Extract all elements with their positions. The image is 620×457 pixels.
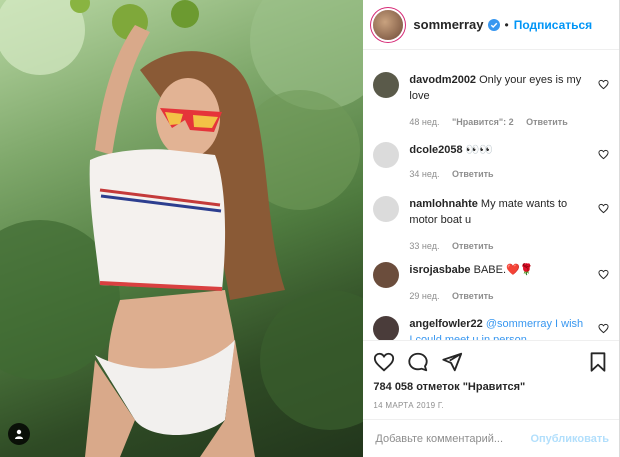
comment-like-heart-icon[interactable]	[598, 203, 609, 214]
like-heart-icon[interactable]	[373, 351, 395, 373]
comment-like-heart-icon[interactable]	[598, 149, 609, 160]
comment-item: dcole2058 👀👀 34 нед. Ответить	[373, 142, 609, 182]
post-actions: 784 058 отметок "Нравится" 14 марта 2019…	[363, 340, 619, 410]
reply-button[interactable]: Ответить	[526, 117, 568, 127]
comment-avatar[interactable]	[373, 196, 400, 222]
comment-meta: 34 нед. Ответить	[409, 166, 589, 182]
publish-button[interactable]: Опубликовать	[530, 433, 609, 445]
comment-avatar[interactable]	[373, 316, 400, 340]
comment-username[interactable]: davodm2002	[409, 74, 476, 86]
post-side-panel: sommerray • Подписаться davodm2002 Only …	[363, 0, 619, 457]
header-separator: •	[504, 17, 509, 32]
comment-age: 48 нед.	[409, 117, 440, 127]
post-date[interactable]: 14 марта 2019 г.	[373, 401, 609, 410]
comment-age: 33 нед.	[409, 241, 440, 251]
comment-avatar[interactable]	[373, 72, 400, 98]
comment-item: angelfowler22 @sommerray I wish I could …	[373, 316, 609, 340]
comment-like-heart-icon[interactable]	[598, 79, 609, 90]
instagram-post: sommerray • Подписаться davodm2002 Only …	[0, 0, 620, 457]
save-bookmark-icon[interactable]	[587, 351, 609, 373]
verified-badge-icon	[487, 18, 500, 31]
post-header: sommerray • Подписаться	[363, 0, 619, 50]
comment-text: BABE.❤️🌹	[473, 264, 534, 276]
comments-list[interactable]: davodm2002 Only your eyes is my love 48 …	[363, 50, 619, 340]
comment-username[interactable]: dcole2058	[409, 144, 462, 156]
comment-meta: 29 нед. Ответить	[409, 288, 589, 304]
author-username[interactable]: sommerray	[413, 17, 483, 32]
comment-like-heart-icon[interactable]	[598, 323, 609, 334]
comment-item: isrojasbabe BABE.❤️🌹 29 нед. Ответить	[373, 262, 609, 304]
comment-item: namlohnahte My mate wants to motor boat …	[373, 196, 609, 254]
user-tag-icon[interactable]	[8, 423, 30, 445]
comment-age: 29 нед.	[409, 291, 440, 301]
comment-age: 34 нед.	[409, 169, 440, 179]
comment-username[interactable]: isrojasbabe	[409, 264, 470, 276]
comment-icon[interactable]	[407, 351, 429, 373]
comment-username[interactable]: namlohnahte	[409, 198, 477, 210]
comment-text: 👀👀	[465, 144, 494, 156]
comment-input[interactable]	[373, 431, 531, 446]
reply-button[interactable]: Ответить	[452, 169, 494, 179]
reply-button[interactable]: Ответить	[452, 241, 494, 251]
comment-meta: 48 нед. "Нравится": 2 Ответить	[409, 114, 589, 130]
comment-avatar[interactable]	[373, 142, 400, 168]
comment-likes[interactable]: "Нравится": 2	[452, 117, 514, 127]
post-photo[interactable]	[0, 0, 364, 457]
share-send-icon[interactable]	[441, 351, 463, 373]
action-icons-row	[373, 349, 609, 375]
follow-button[interactable]: Подписаться	[514, 18, 592, 32]
comment-meta: 33 нед. Ответить	[409, 238, 589, 254]
comment-avatar[interactable]	[373, 262, 400, 288]
comment-username[interactable]: angelfowler22	[409, 318, 482, 330]
likes-count[interactable]: 784 058 отметок "Нравится"	[373, 381, 609, 393]
comment-item: davodm2002 Only your eyes is my love 48 …	[373, 72, 609, 130]
photo-illustration	[0, 0, 364, 457]
add-comment-bar: Опубликовать	[363, 419, 619, 457]
author-avatar[interactable]	[373, 9, 404, 40]
comment-like-heart-icon[interactable]	[598, 269, 609, 280]
reply-button[interactable]: Ответить	[452, 291, 494, 301]
